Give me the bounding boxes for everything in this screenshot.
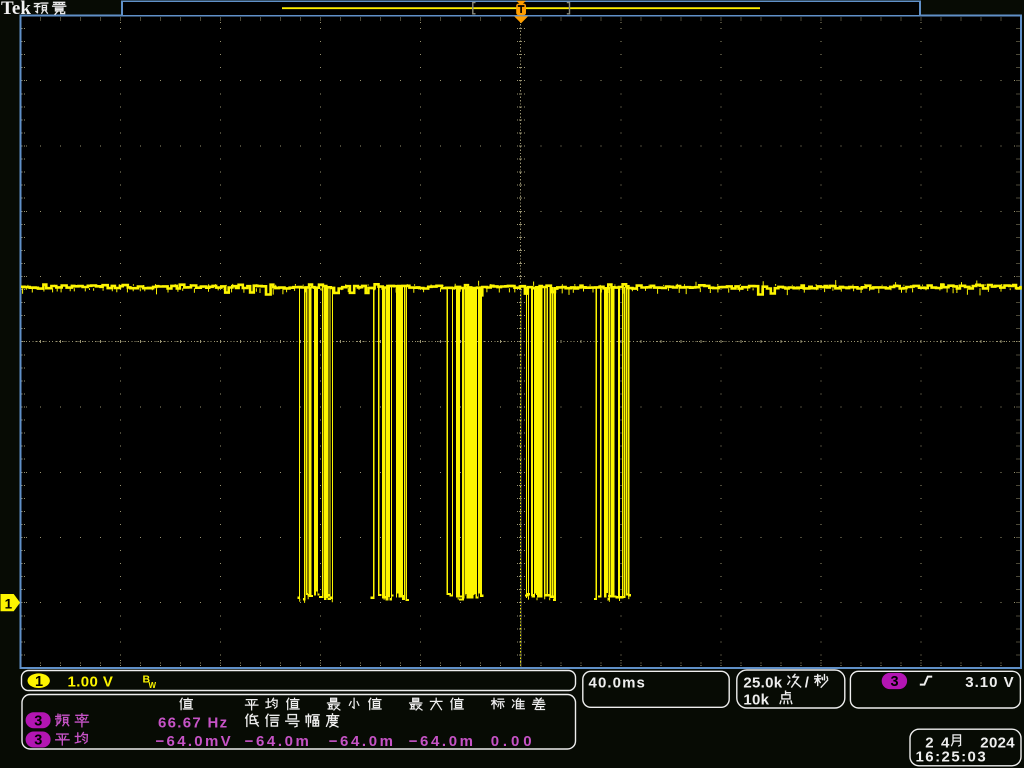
svg-text:40.0ms: 40.0ms xyxy=(589,675,646,692)
svg-text:−64.0m: −64.0m xyxy=(409,733,476,750)
svg-text:W: W xyxy=(149,681,157,690)
svg-text:1.00 V: 1.00 V xyxy=(68,673,114,690)
svg-text:3: 3 xyxy=(34,713,42,729)
svg-text:0.00: 0.00 xyxy=(491,733,536,750)
svg-text:1: 1 xyxy=(35,674,43,690)
svg-text:−64.0m: −64.0m xyxy=(329,733,396,750)
svg-text:1: 1 xyxy=(5,597,13,612)
svg-text:16:25:03: 16:25:03 xyxy=(916,749,988,766)
svg-text:Tek: Tek xyxy=(1,0,31,19)
svg-text:25.0k: 25.0k xyxy=(743,674,782,691)
svg-text:−64.0mV: −64.0mV xyxy=(156,733,233,750)
svg-text:3: 3 xyxy=(891,674,899,690)
svg-text:10k: 10k xyxy=(743,691,769,708)
svg-text:3: 3 xyxy=(34,733,42,749)
svg-text:−64.0m: −64.0m xyxy=(245,733,312,750)
svg-text:66.67 Hz: 66.67 Hz xyxy=(158,715,228,732)
svg-text:3.10 V: 3.10 V xyxy=(965,674,1014,691)
